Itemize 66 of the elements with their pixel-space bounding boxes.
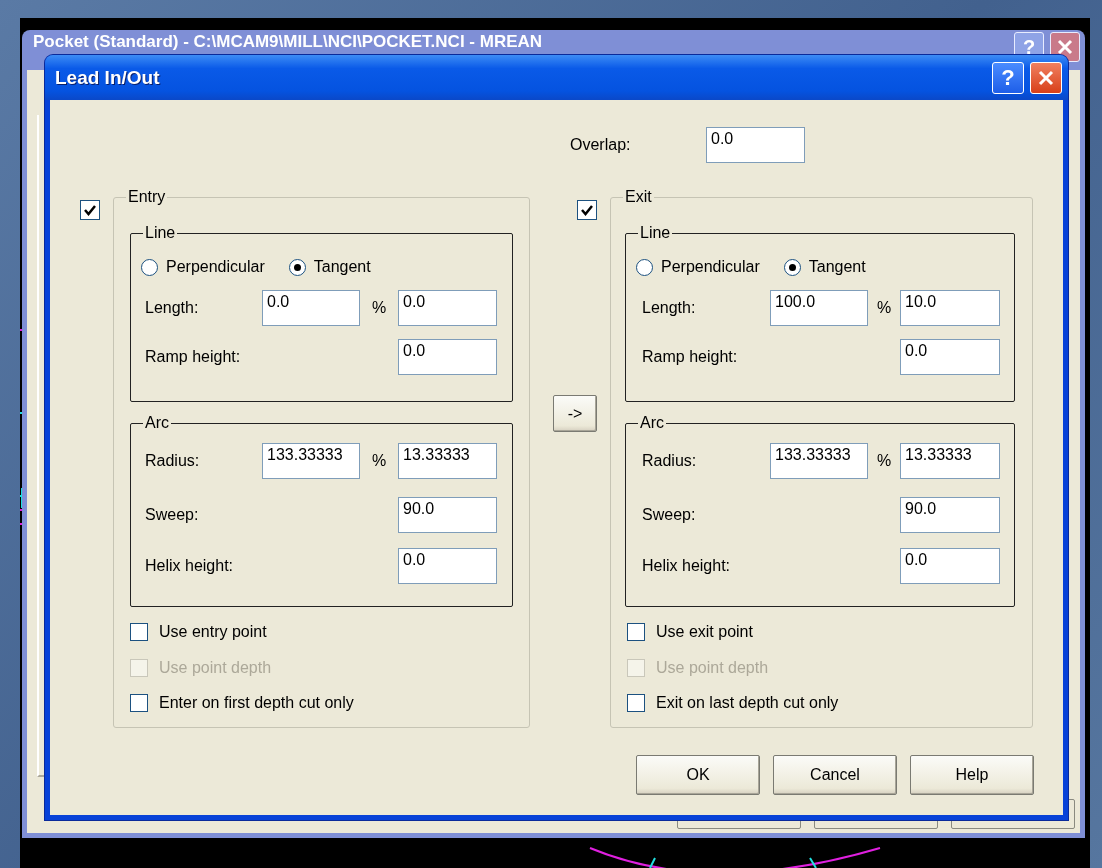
radio-label: Tangent — [808, 258, 866, 276]
window-title: Lead In/Out — [55, 66, 161, 89]
input-field[interactable]: 133.33333 — [262, 443, 360, 479]
radio-button[interactable] — [141, 258, 158, 276]
radio-button[interactable] — [783, 258, 801, 276]
checkbox[interactable] — [627, 623, 645, 641]
field-label: Sweep: — [642, 506, 697, 524]
field-label: Sweep: — [145, 506, 200, 524]
input-field[interactable]: 13.33333 — [900, 443, 1000, 479]
radio-label: Perpendicular — [661, 258, 760, 276]
input-field[interactable]: 0.0 — [398, 290, 497, 326]
input-field[interactable]: 0.0 — [262, 290, 360, 326]
field-label: Helix height: — [642, 557, 732, 575]
checkbox[interactable] — [130, 694, 148, 712]
field-label: Helix height: — [145, 557, 235, 575]
window-title: Pocket (Standard) - C:\MCAM9\MILL\NCI\POCKET.NCI - MREAN — [33, 32, 544, 52]
input-field[interactable]: 133.33333 — [770, 443, 868, 479]
close-icon — [1056, 38, 1074, 56]
radio-button[interactable] — [288, 258, 306, 276]
checkbox-label: Use exit point — [656, 623, 753, 641]
dialog-button[interactable]: Help — [910, 755, 1034, 795]
input-field[interactable]: 0.0 — [900, 339, 1000, 375]
percent-label: % — [370, 299, 388, 317]
group-label: Entry — [127, 187, 167, 207]
radio-label: Perpendicular — [166, 258, 265, 276]
check-icon — [83, 203, 97, 217]
checkbox-label: Use point depth — [159, 658, 272, 677]
input-field[interactable]: 0.0 — [398, 339, 497, 375]
group-label: Arc — [144, 413, 170, 433]
input-field[interactable]: 90.0 — [900, 497, 1000, 533]
input-field[interactable]: 90.0 — [398, 497, 497, 533]
check-icon — [580, 203, 594, 217]
radio-label: Tangent — [313, 258, 371, 276]
checkbox-label: Use entry point — [159, 623, 267, 641]
checkbox-label: Exit on last depth cut only — [656, 694, 839, 712]
group-label: Line — [639, 223, 672, 243]
field-label: Radius: — [145, 452, 201, 470]
checkbox[interactable] — [130, 623, 148, 641]
group-label: Arc — [639, 413, 665, 433]
radio-button[interactable] — [636, 258, 653, 276]
input-field[interactable]: 13.33333 — [398, 443, 497, 479]
input-field[interactable]: 10.0 — [900, 290, 1000, 326]
percent-label: % — [370, 452, 388, 470]
group-label: Exit — [624, 187, 653, 207]
checkbox-label: Use point depth — [656, 658, 769, 677]
input-field[interactable]: 0.0 — [900, 548, 1000, 584]
input-field[interactable]: 0.0 — [706, 127, 805, 163]
dialog-button[interactable]: Cancel — [773, 755, 897, 795]
field-label: Radius: — [642, 452, 698, 470]
group-label: Line — [144, 223, 177, 243]
checkbox-label: Enter on first depth cut only — [159, 694, 354, 712]
dialog-button[interactable]: OK — [636, 755, 760, 795]
field-label: Length: — [145, 299, 200, 317]
percent-label: % — [875, 299, 893, 317]
field-label: Overlap: — [570, 136, 632, 154]
copy-button[interactable]: -> — [553, 395, 597, 432]
help-button[interactable]: ? — [992, 61, 1024, 94]
checkbox[interactable] — [627, 694, 645, 712]
input-field[interactable]: 100.0 — [770, 290, 868, 326]
percent-label: % — [875, 452, 893, 470]
input-field[interactable]: 0.0 — [398, 548, 497, 584]
checkbox[interactable] — [80, 200, 100, 220]
field-label: Ramp height: — [145, 348, 242, 366]
field-label: Length: — [642, 299, 697, 317]
checkbox[interactable] — [577, 200, 597, 220]
field-label: Ramp height: — [642, 348, 739, 366]
